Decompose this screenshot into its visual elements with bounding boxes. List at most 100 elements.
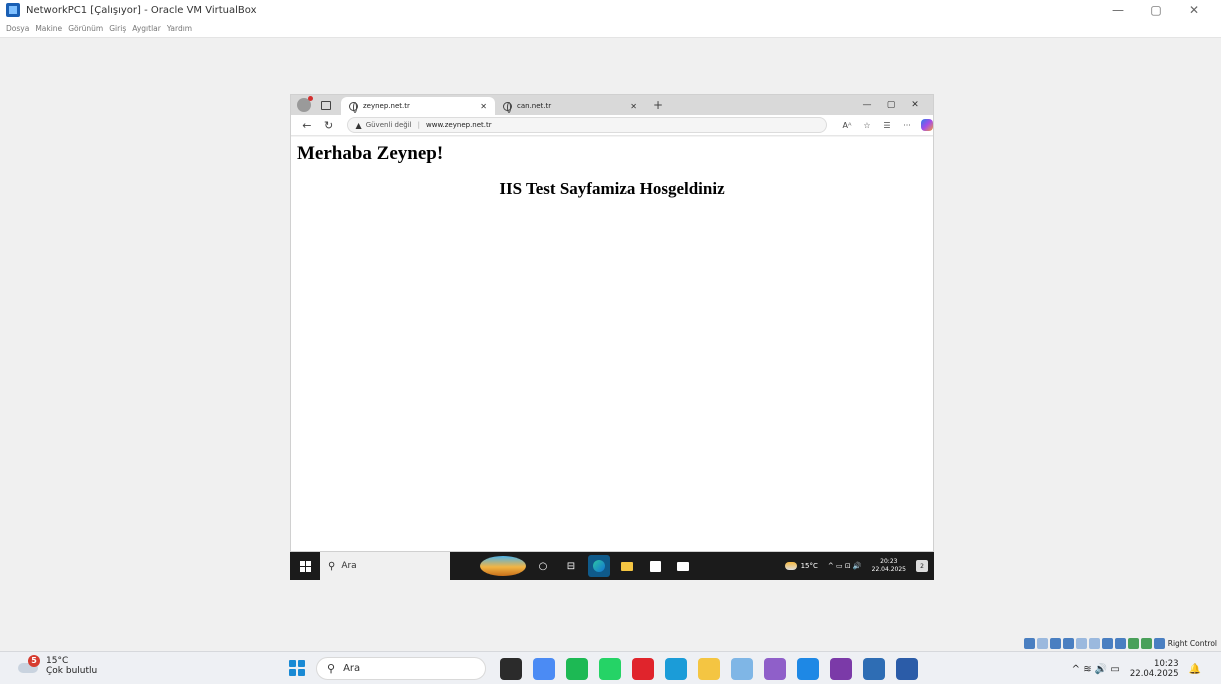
edge-icon[interactable] [665, 658, 687, 680]
virtualbox-app-icon [6, 3, 20, 17]
opera-icon[interactable] [632, 658, 654, 680]
folder-icon[interactable] [698, 658, 720, 680]
tab-can[interactable]: can.net.tr ✕ [495, 97, 645, 115]
visual-studio-icon[interactable] [764, 658, 786, 680]
read-aloud-icon[interactable]: Aᴬ [837, 121, 857, 130]
page-heading: Merhaba Zeynep! [297, 143, 444, 164]
favorite-star-icon[interactable]: ☆ [857, 121, 877, 130]
browser-window-controls: — ▢ ✕ [855, 95, 927, 115]
host-taskbar: 5 15°C Çok bulutlu ⚲ Ara ^ ≋ 🔊 ▭ 10:23 2… [0, 651, 1221, 684]
clock[interactable]: 10:23 22.04.2025 [1130, 659, 1179, 679]
snipping-tool-icon[interactable] [731, 658, 753, 680]
new-tab-button[interactable]: + [653, 98, 663, 112]
guest-search-placeholder: Ara [341, 561, 357, 571]
guest-date: 22.04.2025 [871, 566, 906, 573]
keyboard-icon[interactable] [1153, 637, 1165, 649]
notification-bell-icon[interactable]: 🔔 [1189, 664, 1201, 675]
search-icon: ⚲ [328, 560, 336, 572]
address-separator: | [417, 121, 420, 129]
refresh-icon[interactable]: ↻ [323, 119, 335, 132]
guest-browser-window: zeynep.net.tr ✕ can.net.tr ✕ + — ▢ ✕ ← ↻… [290, 94, 934, 552]
more-menu-icon[interactable]: ··· [897, 121, 917, 130]
audio-icon[interactable] [1049, 637, 1061, 649]
search-icon: ⚲ [327, 662, 336, 675]
hard-disk-icon[interactable] [1023, 637, 1035, 649]
recording-icon[interactable] [1114, 637, 1126, 649]
cpu-icon[interactable] [1127, 637, 1139, 649]
spotify-icon[interactable] [566, 658, 588, 680]
address-bar[interactable]: ▲ Güvenli değil | www.zeynep.net.tr [346, 117, 828, 133]
cortana-icon[interactable]: ○ [532, 555, 554, 577]
shared-folders-icon[interactable] [1088, 637, 1100, 649]
guest-start-button[interactable] [290, 552, 320, 580]
browser-close-button[interactable]: ✕ [903, 100, 927, 110]
word-icon[interactable] [896, 658, 918, 680]
vscode-icon[interactable] [797, 658, 819, 680]
menu-devices[interactable]: Aygıtlar [132, 24, 161, 33]
maximize-button[interactable]: ▢ [1137, 0, 1175, 20]
edge-icon[interactable] [588, 555, 610, 577]
tab-title: can.net.tr [517, 102, 552, 110]
menu-machine[interactable]: Makine [35, 24, 62, 33]
guest-weather-temp[interactable]: 15°C [801, 562, 818, 570]
mouse-integration-icon[interactable] [1140, 637, 1152, 649]
weather-badge: 5 [28, 655, 40, 667]
time: 10:23 [1154, 659, 1179, 669]
menu-input[interactable]: Giriş [109, 24, 126, 33]
tray-icons[interactable]: ^ ▭ ⊡ 🔊 [828, 562, 862, 570]
tab-zeynep[interactable]: zeynep.net.tr ✕ [341, 97, 495, 115]
display-icon[interactable] [1101, 637, 1113, 649]
weather-temp: 15°C [46, 656, 69, 666]
minimize-button[interactable]: — [1099, 0, 1137, 20]
window-title: NetworkPC1 [Çalışıyor] - Oracle VM Virtu… [26, 4, 257, 16]
network-icon[interactable] [1062, 637, 1074, 649]
weather-widget[interactable]: 5 15°C Çok bulutlu [18, 655, 98, 676]
vbox-status-bar: Right Control [1022, 636, 1217, 650]
close-button[interactable]: ✕ [1175, 0, 1213, 20]
favorites-icon[interactable]: ☰ [877, 121, 897, 130]
globe-icon [503, 101, 512, 113]
weather-desc: Çok bulutlu [46, 666, 98, 676]
store-icon[interactable] [644, 555, 666, 577]
profile-icon[interactable] [297, 96, 313, 112]
browser-tools: Aᴬ ☆ ☰ ··· [837, 119, 934, 131]
onenote-icon[interactable] [830, 658, 852, 680]
browser-minimize-button[interactable]: — [855, 100, 879, 110]
window-controls: — ▢ ✕ [1099, 0, 1213, 20]
security-label[interactable]: Güvenli değil [366, 121, 412, 129]
browser-toolbar: ← ↻ ▲ Güvenli değil | www.zeynep.net.tr … [291, 115, 934, 136]
task-view-icon[interactable]: ⊟ [560, 555, 582, 577]
cloud-icon: 5 [18, 655, 40, 673]
file-manager-icon[interactable] [500, 658, 522, 680]
copilot-icon[interactable] [921, 119, 934, 131]
url-text[interactable]: www.zeynep.net.tr [426, 121, 492, 129]
tab-close-icon[interactable]: ✕ [630, 102, 637, 111]
weather-icon[interactable] [784, 562, 797, 570]
whatsapp-icon[interactable] [599, 658, 621, 680]
virtualbox-icon[interactable] [863, 658, 885, 680]
tab-close-icon[interactable]: ✕ [480, 102, 487, 111]
back-icon[interactable]: ← [301, 119, 313, 132]
web-page-content: Merhaba Zeynep! IIS Test Sayfamiza Hosge… [291, 137, 933, 551]
guest-taskbar: ⚲ Ara ○ ⊟ 15°C ^ ▭ ⊡ 🔊 20:23 22.04.2025 … [290, 552, 934, 580]
tab-title: zeynep.net.tr [363, 102, 410, 110]
browser-restore-button[interactable]: ▢ [879, 100, 903, 110]
warning-icon[interactable]: ▲ [356, 121, 362, 130]
notification-icon[interactable]: 2 [916, 560, 928, 572]
search-highlight-icon[interactable] [480, 556, 526, 576]
menu-help[interactable]: Yardım [167, 24, 192, 33]
tray-icons[interactable]: ^ ≋ 🔊 ▭ [1072, 664, 1120, 675]
pinned-apps [500, 657, 929, 681]
menu-file[interactable]: Dosya [6, 24, 29, 33]
mail-icon[interactable] [672, 555, 694, 577]
optical-drive-icon[interactable] [1036, 637, 1048, 649]
file-explorer-icon[interactable] [616, 555, 638, 577]
usb-icon[interactable] [1075, 637, 1087, 649]
chrome-icon[interactable] [533, 658, 555, 680]
tab-actions-icon[interactable] [321, 100, 331, 110]
guest-search-box[interactable]: ⚲ Ara [320, 552, 450, 580]
start-button[interactable] [289, 660, 305, 676]
guest-clock[interactable]: 20:23 22.04.2025 [872, 558, 906, 574]
taskbar-search[interactable]: ⚲ Ara [316, 657, 486, 680]
menu-view[interactable]: Görünüm [68, 24, 103, 33]
